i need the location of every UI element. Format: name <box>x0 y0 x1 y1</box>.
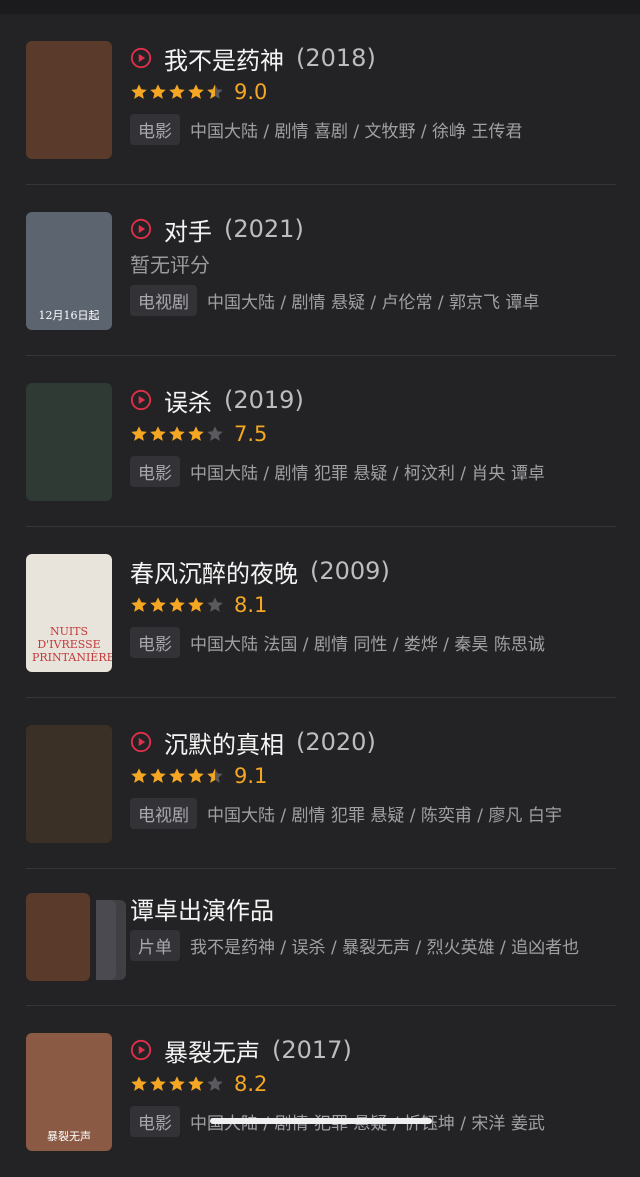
type-tag: 电影 <box>130 626 180 658</box>
poster-image[interactable] <box>26 41 112 159</box>
item-year: (2018) <box>296 44 376 72</box>
poster-image[interactable] <box>26 893 90 981</box>
rating-stars <box>130 767 225 785</box>
item-title[interactable]: 我不是药神 <box>164 41 284 76</box>
stack-shadow <box>96 900 116 980</box>
star-icon <box>150 426 166 441</box>
rating-score: 9.1 <box>234 764 268 788</box>
rating-score: 8.1 <box>234 593 268 617</box>
type-tag: 电影 <box>130 113 180 145</box>
star-icon <box>131 84 147 99</box>
home-indicator[interactable] <box>210 1118 432 1124</box>
type-tag: 电影 <box>130 1105 180 1137</box>
star-icon <box>169 1076 185 1091</box>
play-icon[interactable] <box>130 47 152 69</box>
item-meta: 我不是药神 / 误杀 / 暴裂无声 / 烈火英雄 / 追凶者也 <box>190 937 580 958</box>
star-icon <box>188 597 204 612</box>
star-half-icon <box>207 84 223 99</box>
star-empty-icon <box>207 597 223 612</box>
poster-image[interactable]: 12月16日起 <box>26 212 112 330</box>
item-year: (2009) <box>310 557 390 585</box>
item-meta: 中国大陆 / 剧情 喜剧 / 文牧野 / 徐峥 王传君 <box>190 121 523 142</box>
item-title[interactable]: 沉默的真相 <box>164 725 284 760</box>
rating-stars <box>130 425 225 443</box>
item-year: (2020) <box>296 728 376 756</box>
list-item[interactable]: 12月16日起 对手 (2021) 暂无评分 电视剧 中国大陆 / 剧情 悬疑 / … <box>26 185 616 356</box>
star-icon <box>150 1076 166 1091</box>
star-icon <box>169 84 185 99</box>
type-tag: 片单 <box>130 929 180 961</box>
play-icon[interactable] <box>130 731 152 753</box>
rating-stars <box>130 83 225 101</box>
rating-score: 8.2 <box>234 1072 268 1096</box>
star-icon <box>150 84 166 99</box>
list-item[interactable]: NUITS D'IVRESSE PRINTANIÈRE 春风沉醉的夜晚 (2009… <box>26 527 616 698</box>
item-meta: 中国大陆 / 剧情 悬疑 / 卢伦常 / 郭京飞 谭卓 <box>207 292 540 313</box>
star-icon <box>131 597 147 612</box>
star-icon <box>169 426 185 441</box>
type-tag: 电视剧 <box>130 284 197 316</box>
play-icon[interactable] <box>130 389 152 411</box>
item-title[interactable]: 误杀 <box>164 383 212 418</box>
list-item[interactable]: 谭卓出演作品 片单 我不是药神 / 误杀 / 暴裂无声 / 烈火英雄 / 追凶者也 <box>26 869 616 1006</box>
list-item[interactable]: 误杀 (2019) 7.5 电影 中国大陆 / 剧情 犯罪 悬疑 / 柯汶利 / 肖… <box>26 356 616 527</box>
item-meta: 中国大陆 / 剧情 犯罪 悬疑 / 陈奕甫 / 廖凡 白宇 <box>207 805 562 826</box>
item-year: (2017) <box>272 1036 352 1064</box>
item-year: (2019) <box>224 386 304 414</box>
star-icon <box>150 597 166 612</box>
star-empty-icon <box>207 426 223 441</box>
rating-stars <box>130 596 225 614</box>
item-year: (2021) <box>224 215 304 243</box>
poster-image[interactable] <box>26 725 112 843</box>
star-half-icon <box>207 768 223 783</box>
list-item[interactable]: 我不是药神 (2018) 9.0 电影 中国大陆 / 剧情 喜剧 / 文牧野 / 徐… <box>26 14 616 185</box>
item-meta: 中国大陆 法国 / 剧情 同性 / 娄烨 / 秦昊 陈思诚 <box>190 634 545 655</box>
item-title[interactable]: 对手 <box>164 212 212 247</box>
poster-image[interactable] <box>26 383 112 501</box>
poster-image[interactable]: 暴裂无声 <box>26 1033 112 1151</box>
star-icon <box>188 1076 204 1091</box>
no-rating-text: 暂无评分 <box>130 252 210 277</box>
star-icon <box>131 1076 147 1091</box>
list-item[interactable]: 沉默的真相 (2020) 9.1 电视剧 中国大陆 / 剧情 犯罪 悬疑 / 陈奕甫… <box>26 698 616 869</box>
star-icon <box>188 426 204 441</box>
status-bar <box>0 0 640 14</box>
poster-image[interactable]: NUITS D'IVRESSE PRINTANIÈRE <box>26 554 112 672</box>
result-list: 我不是药神 (2018) 9.0 电影 中国大陆 / 剧情 喜剧 / 文牧野 / 徐… <box>0 14 640 1177</box>
star-icon <box>169 768 185 783</box>
star-icon <box>131 768 147 783</box>
item-title[interactable]: 谭卓出演作品 <box>130 891 274 926</box>
star-icon <box>188 84 204 99</box>
type-tag: 电视剧 <box>130 797 197 829</box>
item-meta: 中国大陆 / 剧情 犯罪 悬疑 / 柯汶利 / 肖央 谭卓 <box>190 463 545 484</box>
star-icon <box>150 768 166 783</box>
rating-score: 7.5 <box>234 422 268 446</box>
rating-stars <box>130 1075 225 1093</box>
rating-score: 9.0 <box>234 80 268 104</box>
type-tag: 电影 <box>130 455 180 487</box>
star-icon <box>131 426 147 441</box>
star-empty-icon <box>207 1076 223 1091</box>
star-icon <box>188 768 204 783</box>
play-icon[interactable] <box>130 1039 152 1061</box>
list-item[interactable]: 暴裂无声 暴裂无声(2017) 8.2 电影中国大陆 / 剧情 犯罪 悬疑 / … <box>26 1006 616 1177</box>
item-title[interactable]: 春风沉醉的夜晚 <box>130 554 298 589</box>
star-icon <box>169 597 185 612</box>
item-title[interactable]: 暴裂无声 <box>164 1033 260 1068</box>
play-icon[interactable] <box>130 218 152 240</box>
